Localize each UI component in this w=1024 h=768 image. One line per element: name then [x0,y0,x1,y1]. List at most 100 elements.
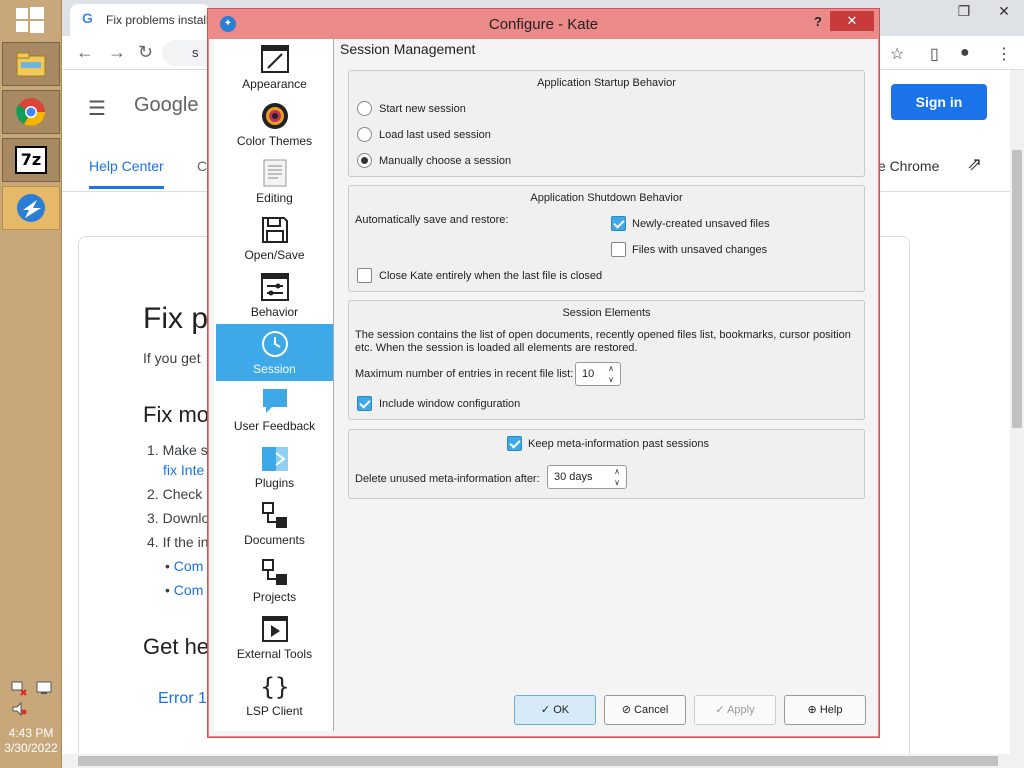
auto-save-label: Automatically save and restore: [355,214,509,226]
newly-created-files-checkbox[interactable] [611,216,626,231]
unsaved-changes-checkbox[interactable] [611,242,626,257]
sidebar-item-label: Behavior [250,305,299,319]
bookmark-star-icon[interactable]: ☆ [890,44,904,64]
shutdown-behavior-group: Application Shutdown Behavior Automatica… [348,185,865,292]
projects-icon [261,559,287,585]
sidebar-item-user-feedback[interactable]: User Feedback [216,381,333,438]
close-icon[interactable]: ✕ [984,0,1024,30]
sidebar-item-session[interactable]: Session [216,324,333,381]
cancel-button[interactable]: ⊘ Cancel [604,695,686,725]
sidebar-item-projects[interactable]: Projects [216,552,333,609]
radio-label[interactable]: Load last used session [379,129,491,141]
apply-button[interactable]: ✓ Apply [694,695,776,725]
checkbox-label[interactable]: Newly-created unsaved files [632,218,770,230]
horizontal-scrollbar[interactable] [62,754,1024,768]
display-icon[interactable] [36,680,52,696]
volume-muted-icon[interactable] [11,701,27,717]
system-tray [8,678,58,720]
sidebar-item-editing[interactable]: Editing [216,153,333,210]
taskbar-chrome-icon[interactable] [2,90,60,134]
menu-kebab-icon[interactable]: ⋮ [996,44,1012,64]
list-item-link[interactable]: fix Inte [163,462,204,478]
ok-button[interactable]: ✓ OK [514,695,596,725]
tab-title: Fix problems install [106,13,209,27]
chrome-tab[interactable]: G Fix problems install [70,4,210,36]
plugins-icon [261,447,288,471]
google-favicon-icon: G [82,10,93,26]
delete-meta-spinbox[interactable]: 30 days ∧ ∨ [547,465,627,489]
cancel-icon: ⊘ [621,704,631,716]
sidebar-item-external-tools[interactable]: External Tools [216,609,333,666]
windows-start-icon[interactable] [14,6,46,34]
spinbox-arrows-icon[interactable]: ∧ ∨ [610,466,624,488]
profile-icon[interactable]: ● [960,44,970,62]
scroll-thumb[interactable] [1012,150,1022,428]
section-heading: Fix mo [143,402,209,427]
error-link[interactable]: Error 1 [158,690,207,708]
checkbox-label[interactable]: Close Kate entirely when the last file i… [379,270,602,282]
dialog-body: Appearance Color Themes Editing Open/Sav… [214,39,873,731]
manually-choose-session-radio[interactable] [357,153,372,168]
sidebar-item-label: External Tools [236,647,313,661]
checkbox-label[interactable]: Files with unsaved changes [632,244,767,256]
list-item: 1. Make s [147,442,208,458]
hscroll-thumb[interactable] [78,756,998,766]
tab-community[interactable]: C [197,158,207,174]
meta-information-group: Keep meta-information past sessions Dele… [348,429,865,499]
sign-in-button[interactable]: Sign in [891,84,987,120]
taskbar-clock[interactable]: 4:43 PM 3/30/2022 [0,726,62,756]
sidebar-item-label: Appearance [242,77,307,91]
dialog-titlebar[interactable]: ✦ Configure - Kate ? ✕ [208,9,879,39]
list-item: 4. If the in [147,534,209,550]
list-item-link[interactable]: • Com [165,558,203,574]
close-button[interactable]: ✕ [830,11,874,31]
sidebar-item-label: Session [253,362,296,376]
restore-icon[interactable]: ❐ [944,0,984,30]
external-link-icon[interactable]: ⇗ [967,154,982,175]
config-sidebar: Appearance Color Themes Editing Open/Sav… [214,39,334,731]
chrome-window-controls: ❐ ✕ [944,0,1024,30]
vertical-scrollbar[interactable] [1010,70,1024,754]
sidebar-item-open-save[interactable]: Open/Save [216,210,333,267]
taskbar-7zip-icon[interactable]: 7z [2,138,60,182]
back-icon[interactable]: ← [76,42,94,63]
max-entries-spinbox[interactable]: 10 ∧ ∨ [575,362,621,386]
group-title: Application Shutdown Behavior [530,192,683,204]
network-icon[interactable] [11,680,27,696]
tab-help-center[interactable]: Help Center [89,158,164,189]
google-logo[interactable]: Google [134,94,199,117]
start-new-session-radio[interactable] [357,101,372,116]
list-item-link[interactable]: • Com [165,582,203,598]
help-button[interactable]: ⊕ Help [784,695,866,725]
session-description: The session contains the list of open do… [355,329,851,341]
keep-meta-info-checkbox[interactable] [507,436,522,451]
delete-meta-label: Delete unused meta-information after: [355,473,540,485]
close-kate-checkbox[interactable] [357,268,372,283]
radio-label[interactable]: Start new session [379,103,466,115]
radio-label[interactable]: Manually choose a session [379,155,511,167]
user-feedback-icon [262,389,287,413]
external-tools-icon [261,616,288,642]
side-panel-icon[interactable]: ▯ [930,44,939,64]
configure-kate-dialog: ✦ Configure - Kate ? ✕ Appearance Color … [207,8,880,738]
include-window-config-checkbox[interactable] [357,396,372,411]
sidebar-item-appearance[interactable]: Appearance [216,39,333,96]
reload-icon[interactable]: ↻ [138,42,153,63]
load-last-session-radio[interactable] [357,127,372,142]
help-question-icon[interactable]: ? [808,11,828,33]
sidebar-item-behavior[interactable]: Behavior [216,267,333,324]
url-text: s [192,45,199,60]
sidebar-item-documents[interactable]: Documents [216,495,333,552]
spinbox-arrows-icon[interactable]: ∧ ∨ [604,363,618,385]
checkbox-label[interactable]: Keep meta-information past sessions [528,438,709,450]
lifebuoy-icon: ⊕ [807,704,817,716]
checkbox-label[interactable]: Include window configuration [379,398,520,410]
taskbar-explorer-icon[interactable] [2,42,60,86]
hamburger-menu-icon[interactable]: ☰ [88,96,106,121]
sidebar-item-lsp-client[interactable]: {} LSP Client [216,666,333,723]
taskbar-kate-icon[interactable] [2,186,60,230]
forward-icon[interactable]: → [108,42,126,63]
sidebar-item-color-themes[interactable]: Color Themes [216,96,333,153]
sidebar-item-plugins[interactable]: Plugins [216,438,333,495]
group-title: Session Elements [562,307,651,319]
